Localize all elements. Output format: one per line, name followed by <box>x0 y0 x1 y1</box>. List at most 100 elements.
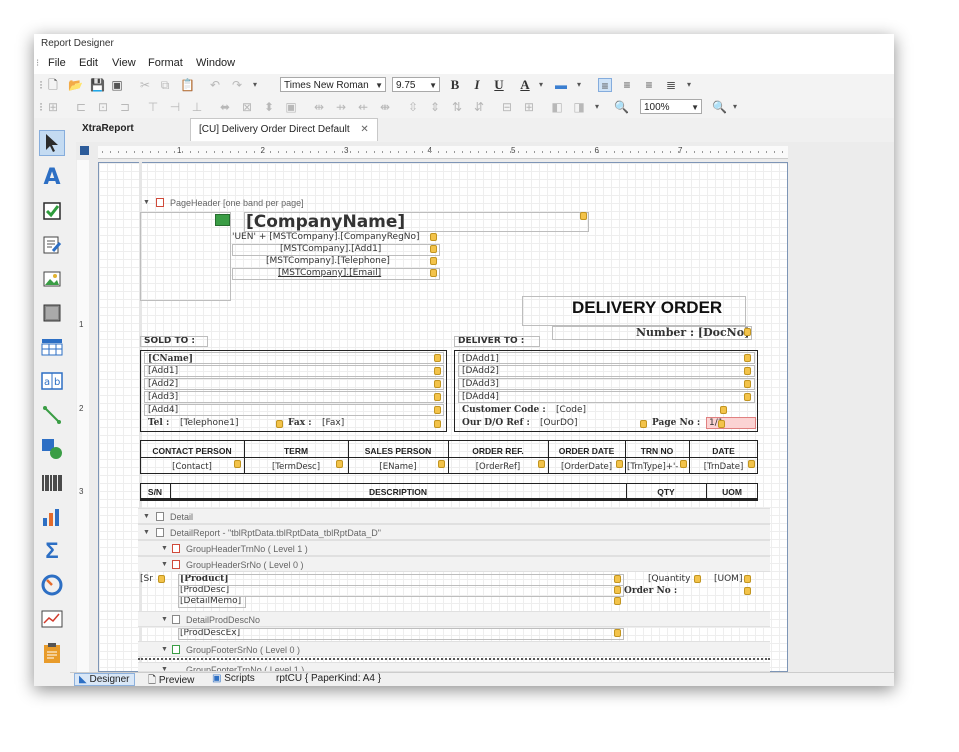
align-middles-icon[interactable]: ⊣ <box>168 100 182 114</box>
back-color-dropdown-icon[interactable]: ▾ <box>572 78 586 92</box>
expression-icon[interactable] <box>438 460 445 468</box>
pivot-tool[interactable] <box>39 640 65 666</box>
expression-icon[interactable] <box>430 245 437 253</box>
expression-icon[interactable] <box>744 587 751 595</box>
undo-icon[interactable]: ↶ <box>208 78 222 92</box>
expression-icon[interactable] <box>434 354 441 362</box>
shape-tool[interactable] <box>39 436 65 462</box>
center-vertically-icon[interactable]: ⊞ <box>522 100 536 114</box>
center-horizontally-icon[interactable]: ⊟ <box>500 100 514 114</box>
close-icon[interactable]: ✕ <box>360 124 368 135</box>
company-add1-field[interactable]: [MSTCompany].[Add1] <box>280 244 381 255</box>
expression-icon[interactable] <box>614 597 621 605</box>
expression-icon[interactable] <box>744 328 751 336</box>
back-color-icon[interactable]: ▬ <box>554 78 568 92</box>
th-uom[interactable]: UOM <box>706 487 758 497</box>
table-tool[interactable] <box>39 334 65 360</box>
copy-icon[interactable]: ⧉ <box>158 78 172 92</box>
zoom-in-icon[interactable]: 🔍 <box>712 100 727 114</box>
v-spacing-remove-icon[interactable]: ⇵ <box>472 100 486 114</box>
h-spacing-equal-icon[interactable]: ⇹ <box>312 100 326 114</box>
th-term[interactable]: TERM <box>244 446 348 456</box>
h-spacing-decrease-icon[interactable]: ⇷ <box>356 100 370 114</box>
fax-label[interactable]: Fax : <box>288 418 312 429</box>
td-term[interactable]: [TermDesc] <box>244 462 348 473</box>
th-sales-person[interactable]: SALES PERSON <box>348 446 448 456</box>
expression-icon[interactable] <box>276 420 283 428</box>
save-icon[interactable]: 💾 <box>90 78 105 92</box>
redo-icon[interactable]: ↷ <box>230 78 244 92</box>
tab-designer[interactable]: ◣ Designer <box>74 673 135 686</box>
bold-button[interactable]: B <box>448 78 462 92</box>
h-spacing-increase-icon[interactable]: ⇸ <box>334 100 348 114</box>
collapse-arrow-icon[interactable]: ▼ <box>161 663 168 671</box>
tab-scripts[interactable]: ▣ Scripts <box>212 673 255 684</box>
expression-icon[interactable] <box>336 460 343 468</box>
order-dropdown-icon[interactable]: ▾ <box>590 100 604 114</box>
font-name-combo[interactable]: Times New Roman ▼ <box>280 77 386 92</box>
expression-icon[interactable] <box>616 460 623 468</box>
barcode-tool[interactable] <box>39 470 65 496</box>
expression-icon[interactable] <box>430 233 437 241</box>
align-right-icon[interactable]: ≡ <box>642 78 656 92</box>
expression-icon[interactable] <box>430 269 437 277</box>
customer-code-label[interactable]: Customer Code : <box>462 405 546 416</box>
band-group-header-sr[interactable]: ▼ GroupHeaderSrNo ( Level 0 ) <box>138 556 770 572</box>
expression-icon[interactable] <box>744 393 751 401</box>
td-order-ref[interactable]: [OrderRef] <box>448 462 548 473</box>
tab-preview[interactable]: 🗋 Preview <box>148 673 194 686</box>
expression-icon[interactable] <box>640 420 647 428</box>
sparkline-tool[interactable] <box>39 606 65 632</box>
th-date[interactable]: DATE <box>689 446 758 456</box>
justify-icon[interactable]: ≣ <box>664 78 678 92</box>
expression-icon[interactable] <box>744 354 751 362</box>
band-detail[interactable]: ▼ Detail <box>138 508 770 524</box>
cut-icon[interactable]: ✂ <box>138 78 152 92</box>
picture-smart-tag-icon[interactable] <box>215 214 230 226</box>
th-qty[interactable]: QTY <box>626 487 706 497</box>
align-left-icon[interactable]: ≡ <box>598 78 612 93</box>
picture-tool[interactable] <box>39 266 65 292</box>
zoom-out-icon[interactable]: 🔍 <box>614 100 629 114</box>
zoom-combo[interactable]: 100% ▼ <box>640 99 702 114</box>
align-bottoms-icon[interactable]: ⊥ <box>190 100 204 114</box>
band-group-footer-trn[interactable]: ▼ GroupFooterTrnNo ( Level 1 ) <box>138 662 770 672</box>
size-to-grid-icon[interactable]: ⊠ <box>240 100 254 114</box>
redo-dropdown-icon[interactable]: ▾ <box>248 78 262 92</box>
v-spacing-decrease-icon[interactable]: ⇅ <box>450 100 464 114</box>
menu-format[interactable]: Format <box>148 57 183 69</box>
bring-to-front-icon[interactable]: ◧ <box>550 100 564 114</box>
company-telephone-field[interactable]: [MSTCompany].[Telephone] <box>266 256 390 267</box>
expression-icon[interactable] <box>158 575 165 583</box>
band-detail-report[interactable]: ▼ DetailReport - "tblRptData.tblRptData_… <box>138 524 770 540</box>
align-rights-icon[interactable]: ⊐ <box>118 100 132 114</box>
band-detail-prod-desc[interactable]: ▼ DetailProdDescNo <box>138 611 770 627</box>
menu-file[interactable]: File <box>48 57 66 69</box>
quantity-field[interactable]: [Quantity <box>648 574 690 585</box>
align-centers-icon[interactable]: ⊡ <box>96 100 110 114</box>
save-all-icon[interactable]: ▣ <box>110 78 124 92</box>
expression-icon[interactable] <box>434 367 441 375</box>
expression-icon[interactable] <box>434 393 441 401</box>
expression-icon[interactable] <box>614 575 621 583</box>
expression-icon[interactable] <box>434 380 441 388</box>
th-description[interactable]: DESCRIPTION <box>170 487 626 497</box>
paste-icon[interactable]: 📋 <box>180 78 195 92</box>
align-lefts-icon[interactable]: ⊏ <box>74 100 88 114</box>
align-tops-icon[interactable]: ⊤ <box>146 100 160 114</box>
th-trn-no[interactable]: TRN NO <box>625 446 689 456</box>
expression-icon[interactable] <box>694 575 701 583</box>
collapse-arrow-icon[interactable]: ▼ <box>161 557 168 573</box>
font-color-button[interactable]: A <box>518 78 532 92</box>
expression-icon[interactable] <box>744 367 751 375</box>
chart-tool[interactable] <box>39 504 65 530</box>
expression-icon[interactable] <box>744 575 751 583</box>
do-ref-label[interactable]: Our D/O Ref : <box>462 418 530 429</box>
make-same-size-icon[interactable]: ▣ <box>284 100 298 114</box>
expression-icon[interactable] <box>234 460 241 468</box>
th-order-date[interactable]: ORDER DATE <box>548 446 625 456</box>
expression-icon[interactable] <box>434 420 441 428</box>
sr-field[interactable]: [Sr <box>140 574 153 585</box>
line-tool[interactable] <box>39 402 65 428</box>
expression-icon[interactable] <box>748 460 755 468</box>
